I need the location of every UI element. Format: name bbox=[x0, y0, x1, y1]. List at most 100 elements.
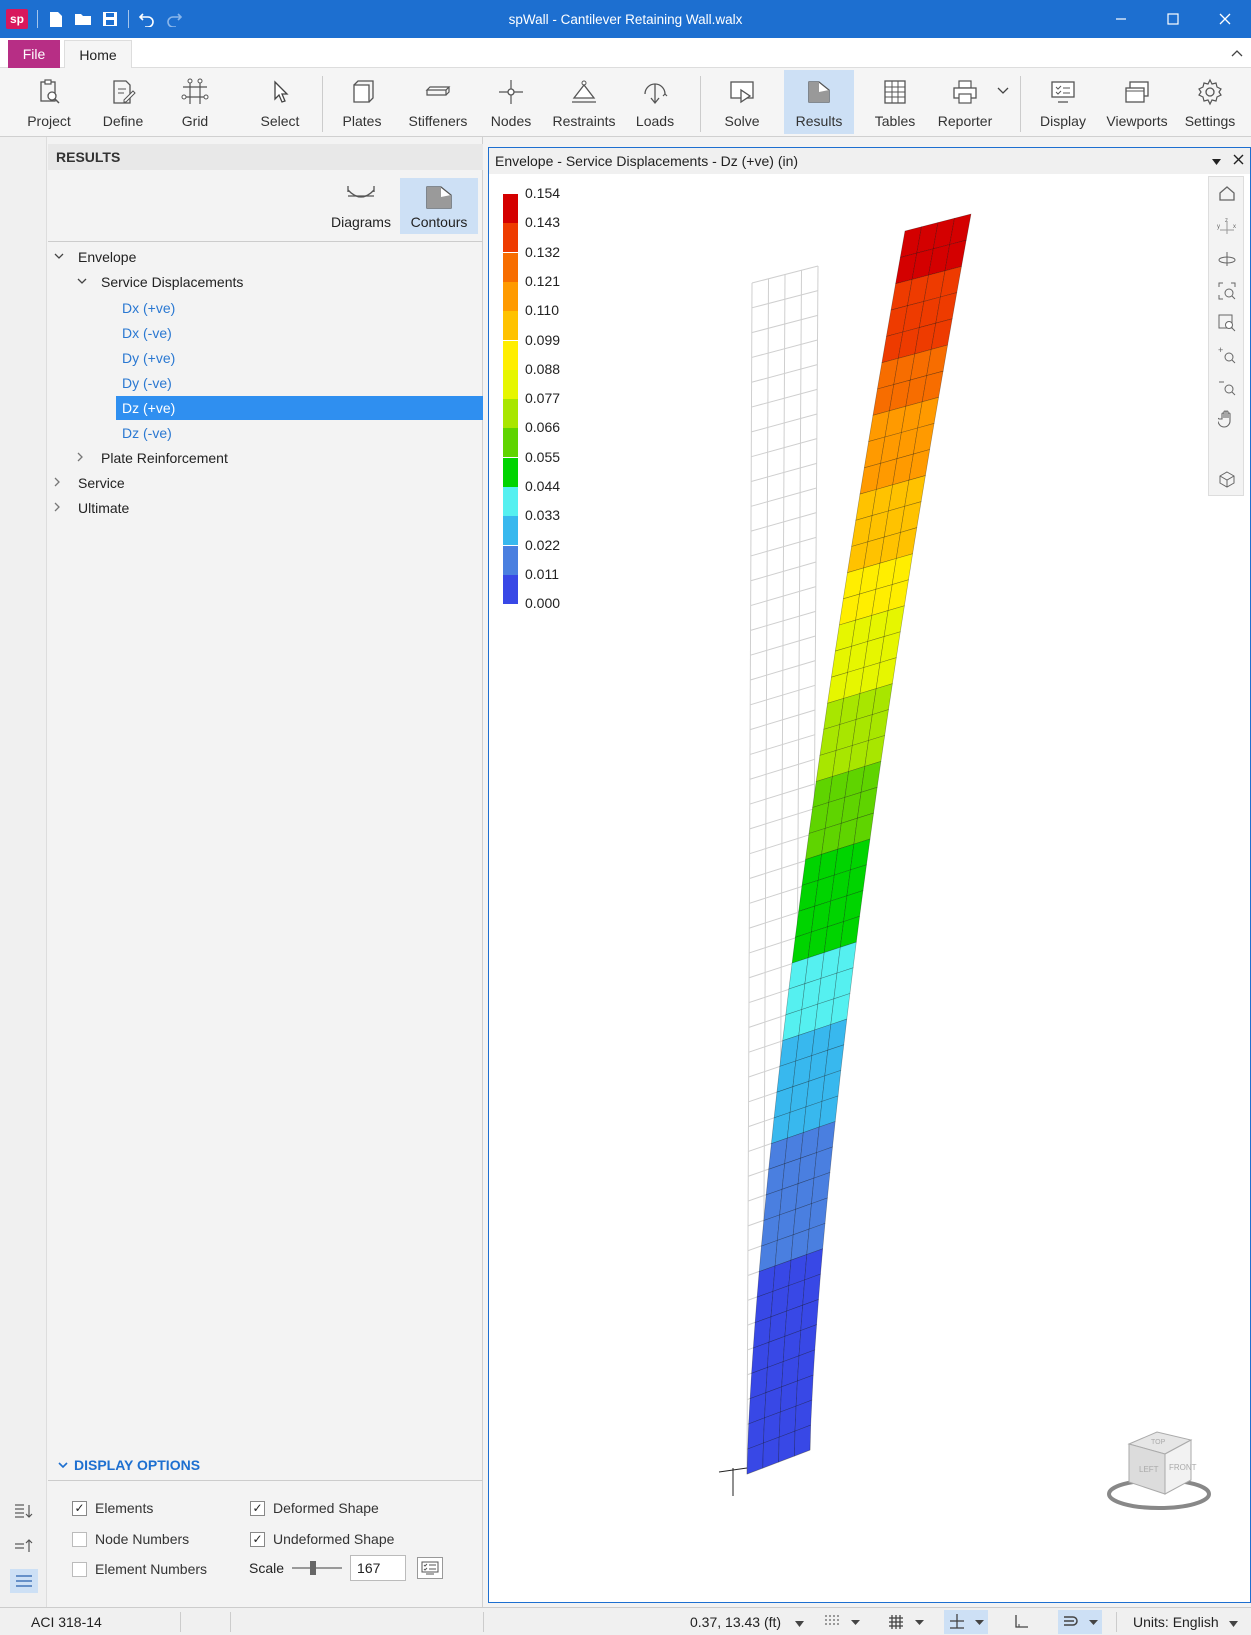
axes-icon[interactable]: zy x bbox=[1213, 213, 1241, 241]
grid-button[interactable]: Grid bbox=[170, 70, 220, 134]
restraints-button[interactable]: Restraints bbox=[550, 70, 618, 134]
units-selector[interactable]: Units: English bbox=[1133, 1614, 1238, 1630]
chevron-down-icon bbox=[1228, 1621, 1238, 1627]
undeformed-shape-checkbox[interactable]: ✓ Undeformed Shape bbox=[250, 1529, 394, 1549]
design-code[interactable]: ACI 318-14 bbox=[31, 1614, 102, 1630]
scale-input[interactable]: 167 bbox=[350, 1555, 407, 1581]
rotate-icon[interactable] bbox=[1213, 245, 1241, 273]
reporter-label: Reporter bbox=[937, 113, 993, 129]
display-button[interactable]: Display bbox=[1036, 70, 1090, 134]
viewport-menu-icon[interactable] bbox=[1212, 152, 1221, 168]
tree-leaf-dz-neg[interactable]: Dz (-ve) bbox=[116, 421, 483, 445]
results-button[interactable]: Results bbox=[784, 70, 854, 134]
display-options-toggle[interactable]: DISPLAY OPTIONS bbox=[58, 1453, 200, 1477]
contours-button[interactable]: Contours bbox=[400, 178, 478, 234]
diagram-icon bbox=[347, 186, 375, 198]
collapse-all-icon[interactable] bbox=[10, 1534, 38, 1558]
node-numbers-checkbox[interactable]: Node Numbers bbox=[72, 1529, 189, 1549]
solve-button[interactable]: Solve bbox=[714, 70, 770, 134]
diagrams-button[interactable]: Diagrams bbox=[322, 178, 400, 234]
checkbox-label: Elements bbox=[95, 1500, 154, 1516]
diagrams-label: Diagrams bbox=[331, 214, 391, 230]
define-icon bbox=[113, 80, 136, 104]
display-options-title: DISPLAY OPTIONS bbox=[74, 1457, 201, 1473]
close-button[interactable] bbox=[1199, 0, 1251, 38]
tree-node-ultimate[interactable]: Ultimate bbox=[54, 496, 129, 520]
tree-label: Plate Reinforcement bbox=[101, 450, 228, 466]
solve-label: Solve bbox=[724, 113, 760, 129]
cursor-coordinates[interactable]: 0.37, 13.43 (ft) bbox=[690, 1614, 804, 1630]
maximize-button[interactable] bbox=[1147, 0, 1199, 38]
table-icon bbox=[884, 80, 906, 104]
grid-toggle[interactable] bbox=[888, 1614, 924, 1633]
solve-icon bbox=[730, 81, 754, 104]
pan-hand-icon[interactable] bbox=[1213, 405, 1241, 433]
zoom-out-icon[interactable] bbox=[1213, 373, 1241, 401]
results-label: Results bbox=[795, 113, 843, 129]
zoom-extents-icon[interactable] bbox=[1213, 277, 1241, 305]
svg-text:z: z bbox=[1225, 218, 1228, 224]
clipboard-search-icon bbox=[40, 79, 60, 104]
tab-file[interactable]: File bbox=[8, 40, 60, 68]
tree-node-service-displacements[interactable]: Service Displacements bbox=[77, 270, 243, 294]
checkbox-empty-icon bbox=[72, 1531, 87, 1547]
tab-home[interactable]: Home bbox=[64, 40, 132, 68]
loads-button[interactable]: Loads bbox=[630, 70, 680, 134]
viewport-close-icon[interactable] bbox=[1233, 152, 1244, 168]
element-numbers-checkbox[interactable]: Element Numbers bbox=[72, 1559, 207, 1579]
deformed-shape-checkbox[interactable]: ✓ Deformed Shape bbox=[250, 1498, 379, 1518]
svg-text:x: x bbox=[1233, 224, 1236, 230]
reporter-button[interactable]: Reporter bbox=[936, 70, 994, 134]
plate-icon bbox=[353, 80, 374, 103]
view-cube[interactable]: LEFT FRONT TOP bbox=[1107, 1431, 1211, 1510]
tree-node-envelope[interactable]: Envelope bbox=[54, 245, 136, 269]
nodes-label: Nodes bbox=[490, 113, 532, 129]
zoom-in-icon[interactable]: + bbox=[1213, 341, 1241, 369]
slider-thumb[interactable] bbox=[310, 1561, 317, 1575]
define-button[interactable]: Define bbox=[96, 70, 150, 134]
tree-node-plate-reinforcement[interactable]: Plate Reinforcement bbox=[77, 446, 228, 470]
tree-leaf-dx-pos[interactable]: Dx (+ve) bbox=[116, 296, 483, 320]
display-settings-icon[interactable] bbox=[417, 1557, 443, 1579]
grid-label: Grid bbox=[181, 113, 209, 129]
snap-node-toggle[interactable] bbox=[944, 1610, 988, 1634]
tree-leaf-dx-neg[interactable]: Dx (-ve) bbox=[116, 321, 483, 345]
nodes-button[interactable]: Nodes bbox=[486, 70, 536, 134]
collapse-ribbon-icon[interactable] bbox=[1231, 44, 1243, 60]
expand-all-icon[interactable] bbox=[10, 1499, 38, 1523]
ortho-toggle[interactable] bbox=[1014, 1614, 1030, 1633]
home-icon[interactable] bbox=[1213, 179, 1241, 207]
viewport-title: Envelope - Service Displacements - Dz (+… bbox=[489, 148, 1250, 174]
model-canvas[interactable]: LEFT FRONT TOP bbox=[489, 174, 1250, 1602]
viewports-button[interactable]: Viewports bbox=[1104, 70, 1170, 134]
snap-grid-toggle[interactable] bbox=[824, 1614, 860, 1633]
select-button[interactable]: Select bbox=[254, 70, 306, 134]
reporter-dropdown[interactable] bbox=[994, 70, 1012, 134]
tree-leaf-dy-neg[interactable]: Dy (-ve) bbox=[116, 371, 483, 395]
restraint-icon bbox=[572, 80, 596, 103]
settings-label: Settings bbox=[1184, 113, 1236, 129]
tree-leaf-dy-pos[interactable]: Dy (+ve) bbox=[116, 346, 483, 370]
tree-node-service[interactable]: Service bbox=[54, 471, 125, 495]
chevron-right-icon bbox=[54, 477, 70, 490]
cube-view-icon[interactable] bbox=[1213, 465, 1241, 493]
settings-button[interactable]: Settings bbox=[1182, 70, 1238, 134]
elements-checkbox[interactable]: ✓ Elements bbox=[72, 1498, 153, 1518]
tree-leaf-dz-pos[interactable]: Dz (+ve) bbox=[116, 396, 483, 420]
side-toolbar bbox=[0, 137, 47, 1607]
project-label: Project bbox=[27, 113, 71, 129]
plates-button[interactable]: Plates bbox=[336, 70, 388, 134]
panel-menu-icon[interactable] bbox=[10, 1569, 38, 1593]
project-button[interactable]: Project bbox=[22, 70, 76, 134]
tables-button[interactable]: Tables bbox=[870, 70, 920, 134]
divider bbox=[1116, 1612, 1117, 1632]
viewport[interactable]: Envelope - Service Displacements - Dz (+… bbox=[488, 147, 1251, 1603]
chevron-right-icon bbox=[77, 452, 93, 465]
stiffeners-button[interactable]: Stiffeners bbox=[405, 70, 471, 134]
scale-slider[interactable] bbox=[292, 1561, 343, 1575]
units-label: Units: bbox=[1133, 1614, 1169, 1630]
stiffener-icon bbox=[425, 86, 451, 96]
zoom-window-icon[interactable] bbox=[1213, 309, 1241, 337]
selection-filter-toggle[interactable] bbox=[1058, 1610, 1102, 1634]
minimize-button[interactable] bbox=[1095, 0, 1147, 38]
